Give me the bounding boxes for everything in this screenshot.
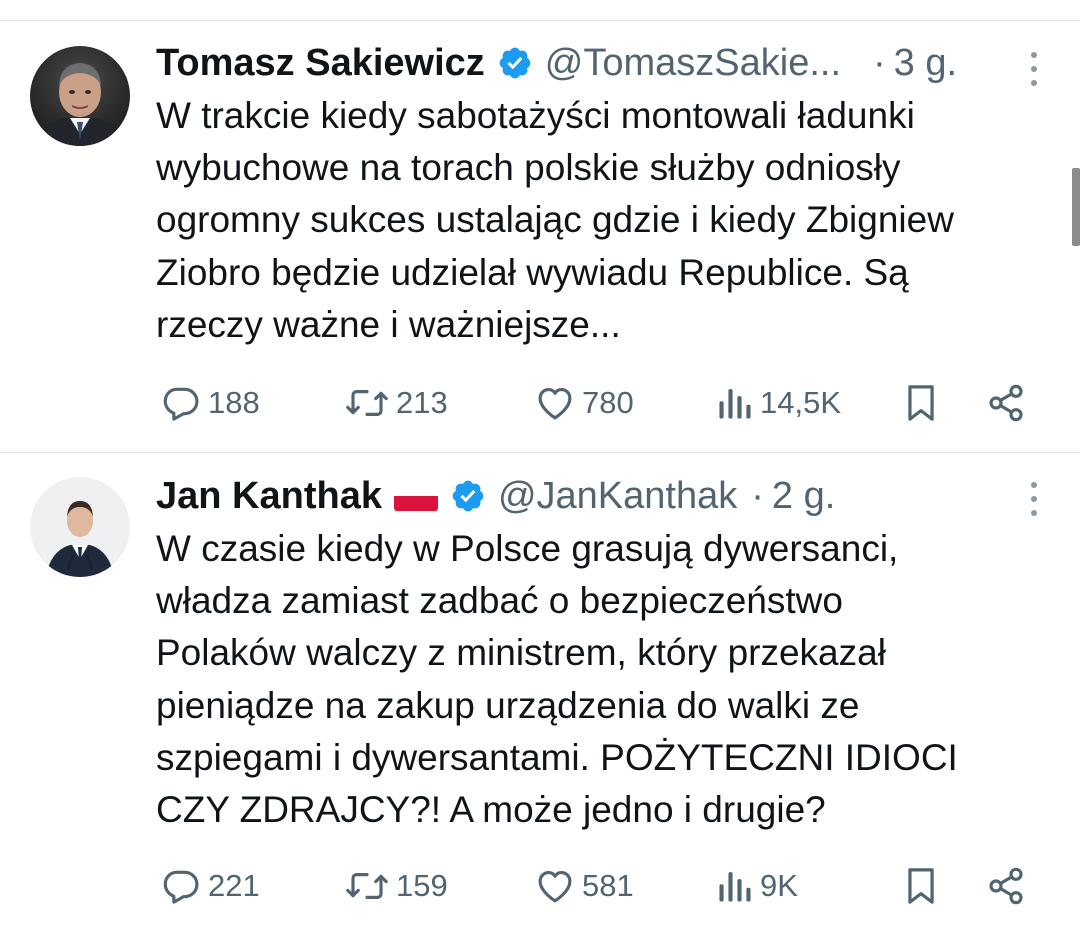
heart-icon [538, 387, 572, 420]
separator-dot: · [873, 41, 886, 84]
reply-count: 188 [208, 385, 260, 420]
avatar-image [30, 46, 130, 146]
share-button[interactable] [986, 861, 1026, 911]
share-icon [989, 867, 1023, 905]
timestamp[interactable]: 2 g. [772, 475, 835, 518]
tweet-text-line: Polaków walczy z ministrem, który przeka… [156, 632, 886, 674]
tweet-text-line: szpiegami i dywersantami. POŻYTECZNI IDI… [156, 736, 958, 778]
separator-dot: · [751, 474, 764, 517]
action-bar: 188 213 780 14,5K [0, 378, 1080, 428]
verified-badge-icon [499, 47, 531, 79]
poland-flag-icon [393, 481, 438, 511]
like-button[interactable]: 581 [534, 861, 634, 911]
speech-bubble-icon [163, 387, 199, 421]
tweet-text: W czasie kiedy w Polsce grasują dywersan… [156, 523, 1056, 836]
heart-icon [538, 870, 572, 903]
tweet-header: Tomasz Sakiewicz @TomaszSakie... · 3 g. [156, 38, 957, 88]
avatar[interactable] [30, 477, 130, 577]
repost-count: 213 [396, 385, 448, 420]
tweet-text-line: W trakcie kiedy sabotażyści montowali ła… [156, 95, 915, 136]
reply-button[interactable]: 221 [160, 861, 260, 911]
scrollbar[interactable] [1072, 168, 1080, 246]
handle[interactable]: @TomaszSakie... [545, 42, 841, 85]
timestamp[interactable]: 3 g. [894, 42, 957, 85]
like-count: 780 [582, 385, 634, 420]
avatar-image [30, 477, 130, 577]
views-button[interactable]: 14,5K [716, 378, 841, 428]
speech-bubble-icon [163, 870, 199, 904]
bookmark-button[interactable] [904, 861, 938, 911]
like-count: 581 [582, 868, 634, 903]
views-count: 9K [760, 868, 798, 903]
more-options-icon[interactable] [1022, 49, 1046, 89]
avatar[interactable] [30, 46, 130, 146]
repost-button[interactable]: 159 [344, 861, 448, 911]
more-options-icon[interactable] [1022, 479, 1046, 519]
display-name[interactable]: Tomasz Sakiewicz [156, 42, 485, 85]
tweet-text-line: Ziobro będzie udzielał wywiadu Republice… [156, 251, 909, 293]
repost-button[interactable]: 213 [344, 378, 448, 428]
bar-chart-icon [719, 389, 751, 419]
tweet-text-line: władza zamiast zadbać o bezpieczeństwo [156, 580, 843, 622]
bookmark-icon [908, 868, 934, 904]
bar-chart-icon [719, 872, 751, 902]
tweet-text-line: CZY ZDRAJCY?! A może jedno i drugie? [156, 789, 826, 831]
tweet-text-line: W czasie kiedy w Polsce grasują dywersan… [156, 528, 899, 569]
tweet-text-line: pieniądze na zakup urządzenia do walki z… [156, 684, 860, 726]
share-button[interactable] [986, 378, 1026, 428]
bookmark-icon [908, 385, 934, 421]
views-button[interactable]: 9K [716, 861, 798, 911]
handle[interactable]: @JanKanthak [498, 475, 737, 518]
bookmark-button[interactable] [904, 378, 938, 428]
views-count: 14,5K [760, 385, 842, 420]
tweet-1[interactable]: Tomasz Sakiewicz @TomaszSakie... · 3 g. … [0, 21, 1080, 452]
tweet-text-line: rzeczy ważne i ważniejsze... [156, 303, 621, 345]
repost-arrows-icon [346, 390, 388, 416]
share-icon [989, 384, 1023, 422]
like-button[interactable]: 780 [534, 378, 634, 428]
repost-count: 159 [396, 868, 448, 903]
action-bar: 221 159 581 9K [0, 861, 1080, 911]
reply-button[interactable]: 188 [160, 378, 260, 428]
repost-arrows-icon [346, 873, 388, 899]
tweet-2[interactable]: Jan Kanthak @JanKanthak · 2 g. W czasie … [0, 453, 1080, 933]
tweet-header: Jan Kanthak @JanKanthak · 2 g. [156, 471, 835, 521]
display-name[interactable]: Jan Kanthak [156, 475, 382, 518]
tweet-text-line: ogromny sukces ustalając gdzie i kiedy Z… [156, 199, 954, 241]
tweet-text: W trakcie kiedy sabotażyści montowali ła… [156, 90, 1056, 351]
reply-count: 221 [208, 868, 260, 903]
verified-badge-icon [452, 480, 484, 512]
tweet-text-line: wybuchowe na torach polskie służby odnio… [156, 147, 901, 189]
